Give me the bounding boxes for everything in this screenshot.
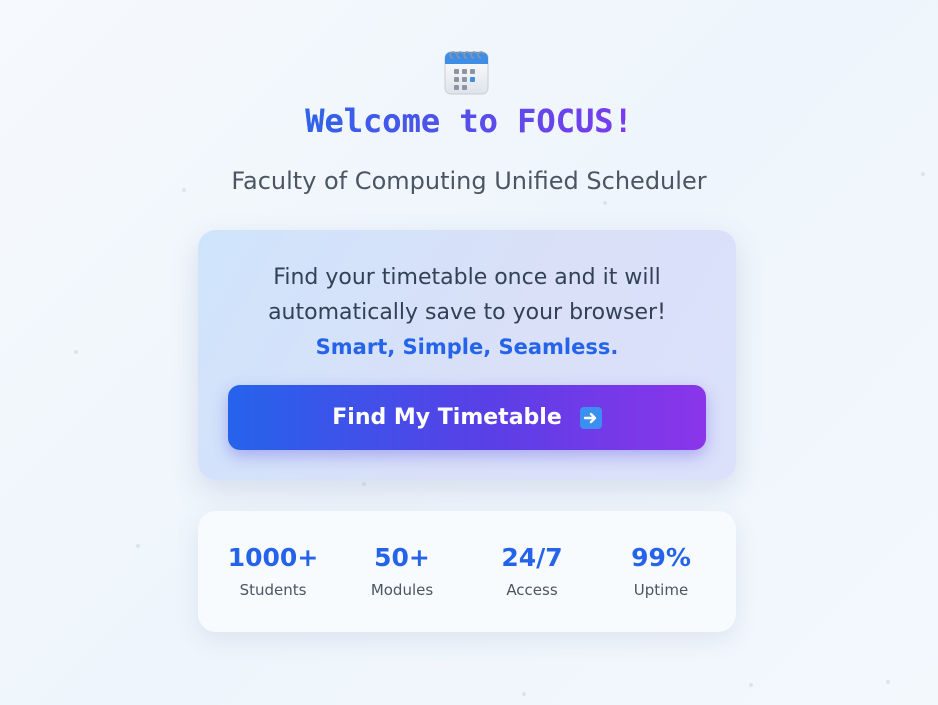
stat-label: Access bbox=[506, 581, 558, 599]
stat-uptime: 99% Uptime bbox=[596, 541, 726, 602]
arrow-right-icon bbox=[579, 406, 602, 429]
stats-card: 1000+ Students 50+ Modules 24/7 Access 9… bbox=[198, 511, 736, 632]
background-dot bbox=[74, 350, 78, 354]
stat-label: Students bbox=[239, 581, 307, 599]
find-timetable-label: Find My Timetable bbox=[332, 405, 562, 430]
page-subtitle: Faculty of Computing Unified Scheduler bbox=[231, 167, 707, 195]
info-line-2: automatically save to your browser! bbox=[268, 300, 666, 325]
tagline: Smart, Simple, Seamless. bbox=[315, 335, 619, 359]
stat-students: 1000+ Students bbox=[208, 541, 338, 602]
stat-label: Modules bbox=[370, 581, 434, 599]
stat-value: 99% bbox=[631, 543, 691, 572]
stat-value: 50+ bbox=[374, 543, 430, 572]
stat-value: 1000+ bbox=[227, 543, 319, 572]
background-dot bbox=[749, 683, 753, 687]
stat-access: 24/7 Access bbox=[467, 541, 597, 602]
info-card: Find your timetable once and it will aut… bbox=[198, 230, 736, 480]
stat-value: 24/7 bbox=[501, 543, 563, 572]
background-dot bbox=[603, 201, 607, 205]
calendar-icon bbox=[444, 49, 489, 95]
info-line-1: Find your timetable once and it will bbox=[273, 265, 661, 290]
stat-label: Uptime bbox=[633, 581, 689, 599]
page-title: Welcome to FOCUS! bbox=[0, 99, 938, 143]
background-dot bbox=[136, 544, 140, 548]
background-dot bbox=[886, 680, 890, 684]
page-title-text: Welcome to FOCUS! bbox=[305, 99, 633, 143]
background-dot bbox=[362, 482, 366, 486]
find-timetable-button[interactable]: Find My Timetable bbox=[228, 385, 706, 450]
background-dot bbox=[522, 692, 526, 696]
stat-modules: 50+ Modules bbox=[337, 541, 467, 602]
welcome-page: Welcome to FOCUS! Faculty of Computing U… bbox=[0, 0, 938, 705]
info-card-text: Find your timetable once and it will aut… bbox=[198, 260, 736, 365]
